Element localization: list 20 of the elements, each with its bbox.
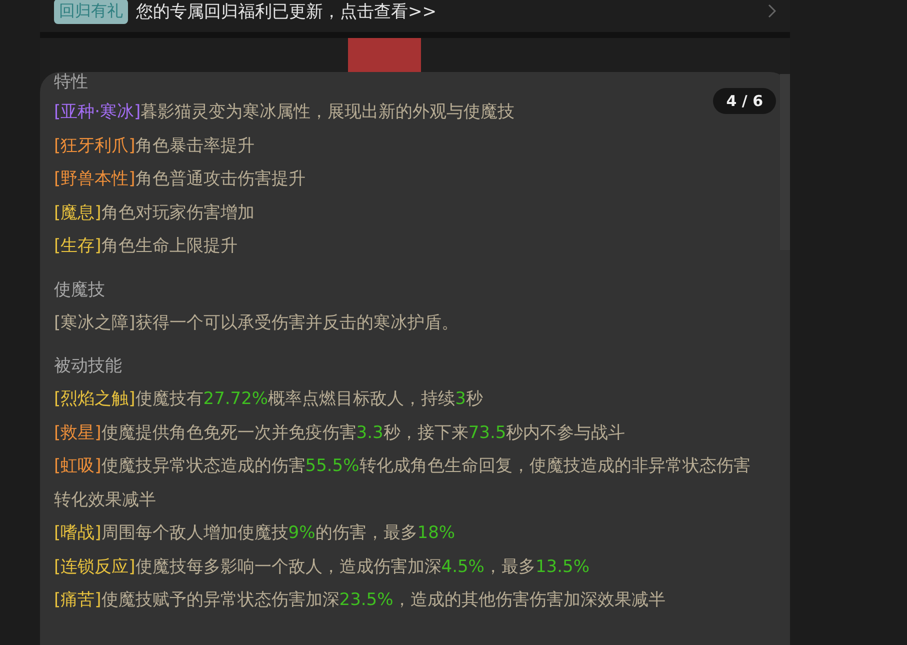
skill-line: [救星]使魔提供角色免死一次并免疫伤害3.3秒，接下来73.5秒内不参与战斗 bbox=[54, 422, 626, 444]
section-title: 被动技能 bbox=[54, 355, 123, 378]
banner-text: 您的专属回归福利已更新，点击查看>> bbox=[136, 0, 438, 22]
skill-line: [虹吸]使魔技异常状态造成的伤害55.5%转化成角色生命回复，使魔技造成的非异常状态伤害转化效果减半 bbox=[54, 455, 752, 512]
page-counter: 4 / 6 bbox=[713, 88, 776, 114]
skill-line: [寒冰之障]获得一个可以承受伤害并反击的寒冰护盾。 bbox=[54, 312, 458, 334]
skill-line: [连锁反应]使魔技每多影响一个敌人，造成伤害加深4.5%，最多13.5% bbox=[54, 556, 590, 578]
scrollbar-thumb[interactable] bbox=[780, 74, 790, 250]
chevron-right-icon bbox=[768, 4, 776, 18]
section-title: 使魔技 bbox=[54, 278, 106, 302]
skill-line: [痛苦]使魔技赋予的异常状态伤害加深23.5%，造成的其他伤害伤害加深效果减半 bbox=[54, 589, 666, 612]
skill-line: [嗜战]周围每个敌人增加使魔技9%的伤害，最多18% bbox=[54, 522, 456, 545]
skill-line: [生存]角色生命上限提升 bbox=[54, 235, 238, 258]
skill-line: [烈焰之触]使魔技有27.72%概率点燃目标敌人，持续3秒 bbox=[54, 388, 483, 411]
section-title: 特性 bbox=[54, 72, 89, 92]
return-gift-badge: 回归有礼 bbox=[54, 0, 128, 24]
skill-line: [野兽本性]角色普通攻击伤害提升 bbox=[54, 168, 306, 191]
skill-line: [狂牙利爪]角色暴击率提升 bbox=[54, 134, 254, 158]
skill-line: [亚种·寒冰]暮影猫灵变为寒冰属性，展现出新的外观与使魔技 bbox=[54, 101, 515, 124]
skill-line: [魔息]角色对玩家伤害增加 bbox=[54, 202, 254, 224]
